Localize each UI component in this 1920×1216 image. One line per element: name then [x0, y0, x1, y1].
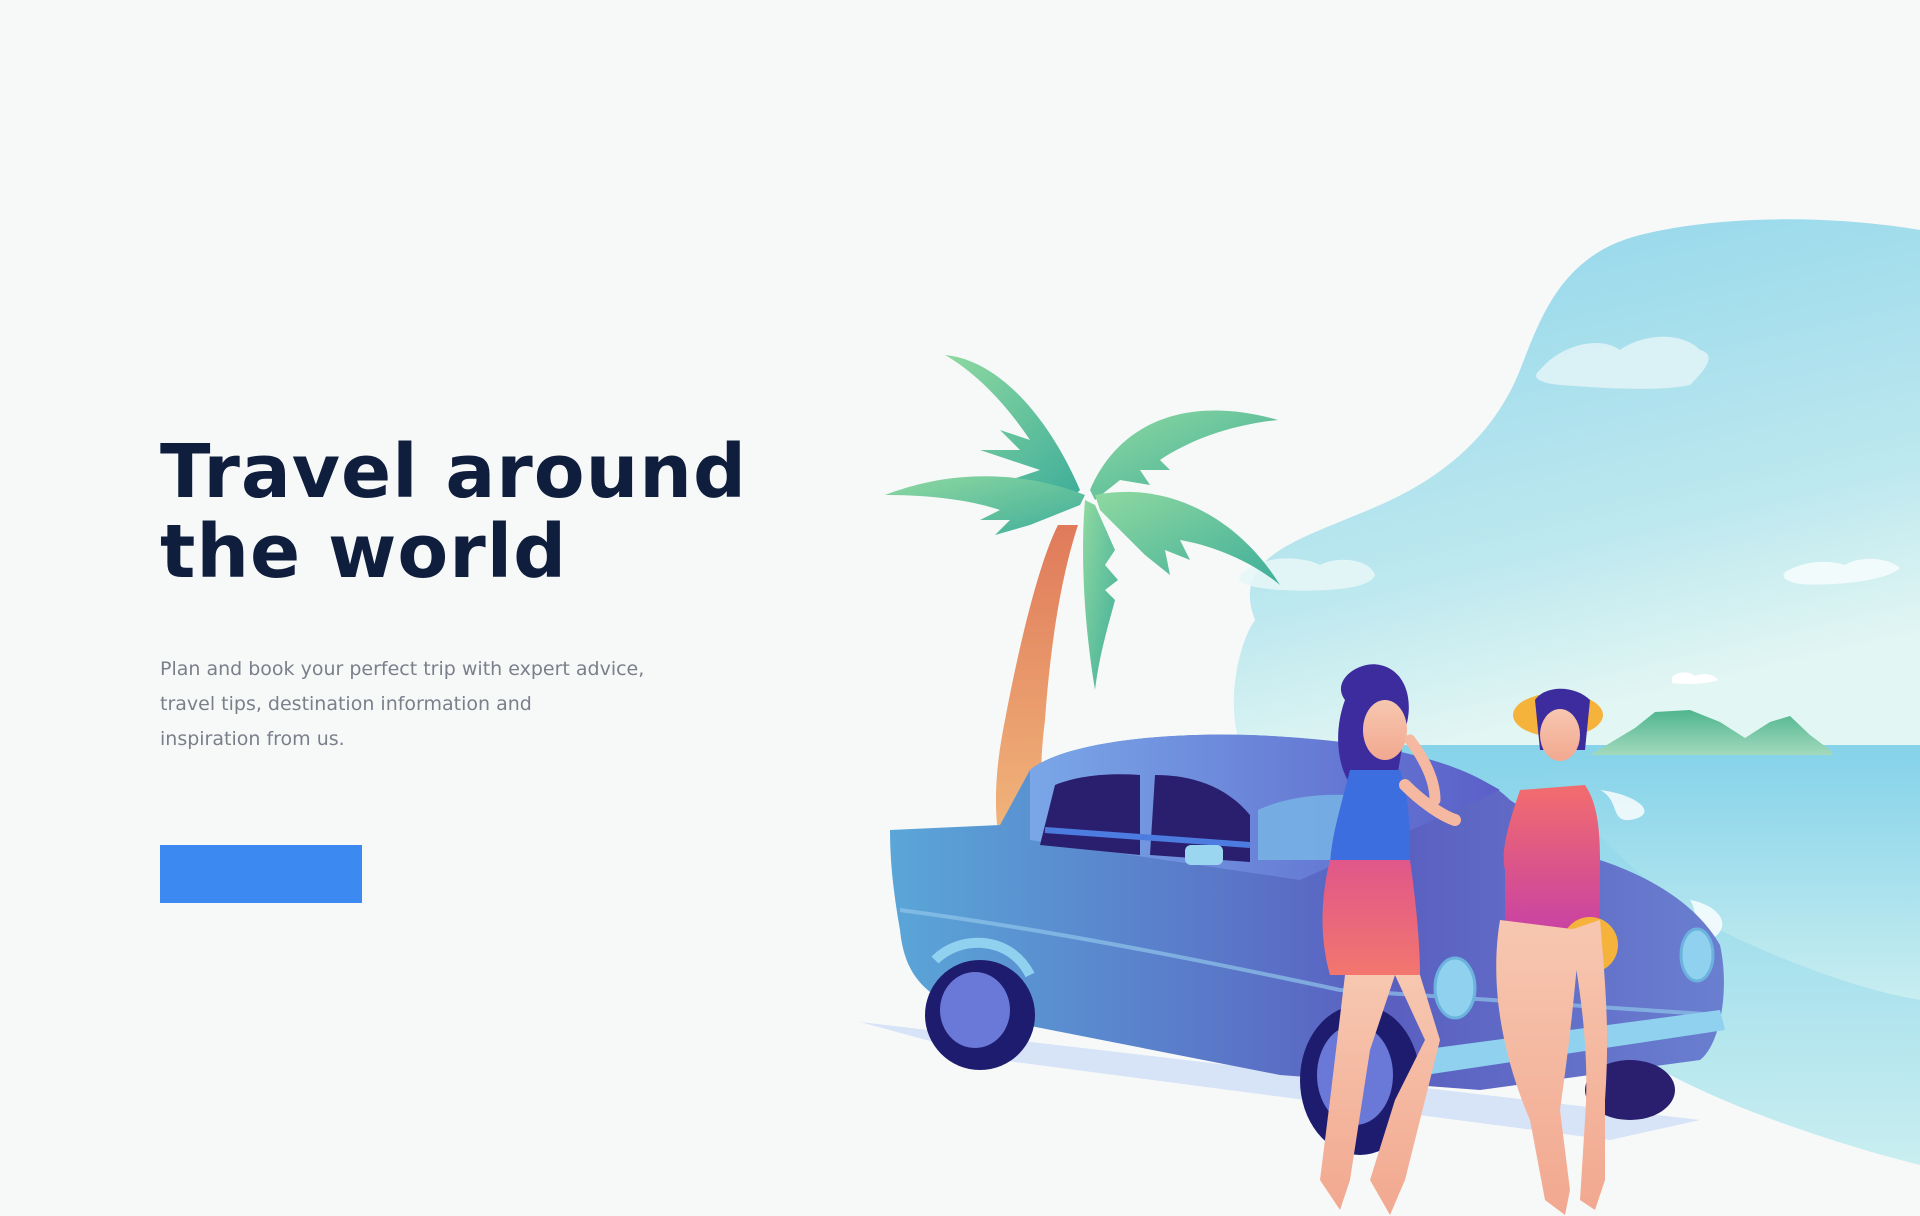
- car-wheel-rear: [925, 937, 1035, 1070]
- car-wheel-front: [1300, 1005, 1420, 1155]
- car-headlight: [1679, 927, 1715, 983]
- hero-description: Plan and book your perfect trip with exp…: [160, 652, 680, 757]
- sea-foam: [1690, 900, 1723, 945]
- car-mirror: [1185, 845, 1223, 865]
- car-shadow: [860, 1022, 1700, 1140]
- sea-foam: [1600, 790, 1645, 821]
- car-window: [1150, 775, 1250, 862]
- hero-description-line: Plan and book your perfect trip with exp…: [160, 658, 645, 680]
- car-headlight: [1433, 956, 1477, 1020]
- travel-illustration: [860, 219, 1920, 1215]
- sky-blob: [1233, 219, 1920, 745]
- sky-blob-lower: [1240, 745, 1920, 1165]
- sea: [1540, 755, 1920, 1000]
- car-trim: [899, 908, 1721, 1017]
- car-window: [1258, 794, 1390, 860]
- hero-title-line: Travel around: [160, 429, 747, 515]
- hero-description-line: travel tips, destination information and: [160, 693, 532, 715]
- palm-leaves: [885, 355, 1280, 690]
- hero-description-line: inspiration from us.: [160, 728, 345, 750]
- cloud: [1672, 672, 1718, 684]
- car-wheel-front-right: [1585, 1060, 1675, 1120]
- mountains: [1590, 710, 1835, 758]
- car-window-line: [1044, 827, 1251, 848]
- hero-text-block: Travel around the world: [160, 432, 780, 592]
- landing-page: Travel around the world Plan and book yo…: [0, 0, 1920, 1216]
- car-roof: [1030, 734, 1500, 880]
- hero-title-line: the world: [160, 509, 568, 595]
- car: [890, 734, 1724, 1090]
- hero-title: Travel around the world: [160, 432, 780, 592]
- cloud: [1783, 558, 1900, 585]
- palm-trunk: [995, 525, 1078, 825]
- car-bumper: [1420, 1010, 1725, 1075]
- woman-left: [1320, 664, 1461, 1215]
- car-window: [1040, 774, 1140, 855]
- cta-button[interactable]: [160, 845, 362, 903]
- cloud: [1536, 336, 1709, 389]
- woman-right: [1496, 688, 1618, 1215]
- cloud: [1239, 558, 1375, 591]
